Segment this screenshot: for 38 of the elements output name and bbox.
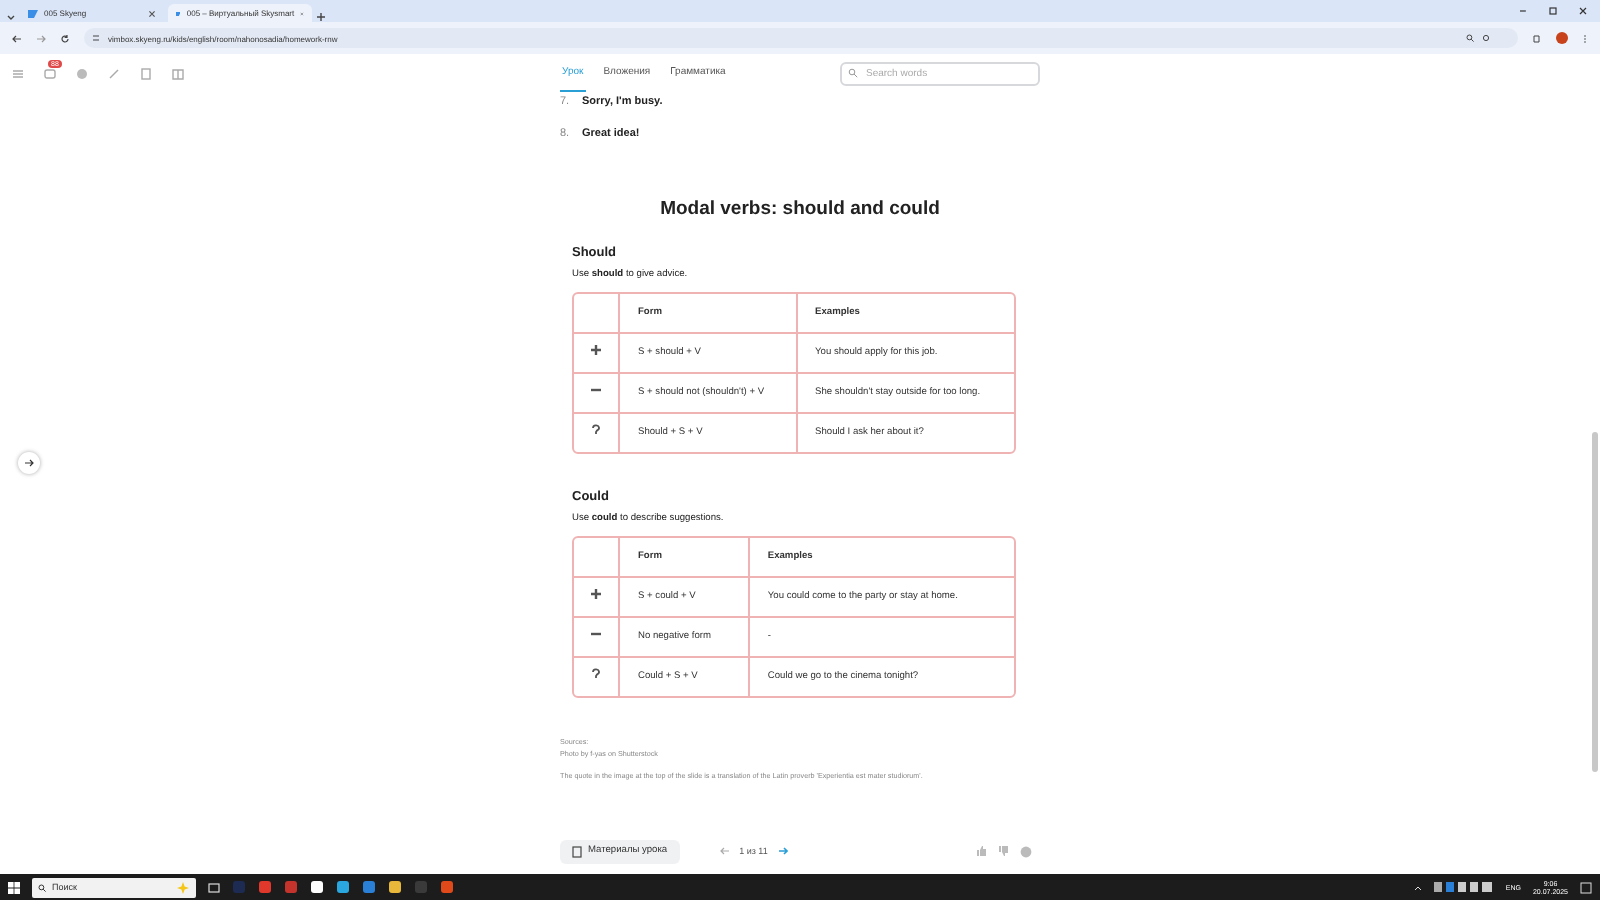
tab-logo-icon — [28, 9, 38, 17]
minus-icon — [590, 383, 602, 395]
plus-icon — [590, 587, 602, 599]
start-icon[interactable] — [8, 881, 20, 893]
site-info-icon — [92, 34, 100, 42]
reload-icon[interactable] — [60, 33, 70, 43]
document-icon — [572, 845, 582, 857]
arrow-right-icon — [24, 457, 34, 467]
back-arrow-icon[interactable] — [12, 33, 22, 43]
search-icon — [38, 883, 46, 891]
tray-icons-drawing[interactable] — [1433, 882, 1494, 892]
close-icon[interactable] — [1578, 6, 1588, 16]
new-tab-icon[interactable] — [316, 12, 326, 22]
forward-arrow-icon[interactable] — [36, 33, 46, 43]
sparkle-icon — [176, 881, 190, 893]
tab-logo-icon — [176, 9, 181, 17]
thumbs-down-icon[interactable] — [998, 846, 1008, 856]
prev-arrow-icon[interactable] — [719, 846, 730, 856]
task-view-icon[interactable] — [208, 881, 220, 893]
question-icon — [590, 667, 602, 679]
scrollbar[interactable] — [1592, 432, 1598, 772]
lesson-title: Modal verbs: should and could — [658, 196, 942, 224]
notification-icon[interactable] — [1580, 881, 1592, 893]
maximize-icon[interactable] — [1548, 6, 1558, 16]
zoom-icon[interactable] — [1466, 34, 1474, 42]
pencil-icon[interactable] — [108, 67, 120, 79]
extensions-icon[interactable] — [1532, 33, 1542, 43]
minus-icon — [590, 627, 602, 639]
thumbs-up-icon[interactable] — [976, 846, 986, 856]
chevron-down-icon[interactable] — [6, 12, 16, 22]
profile-avatar-icon[interactable] — [1556, 32, 1568, 44]
close-icon[interactable] — [148, 9, 156, 17]
plus-icon — [590, 343, 602, 355]
next-arrow-icon[interactable] — [777, 846, 788, 856]
chat-icon[interactable] — [44, 67, 56, 79]
question-icon — [590, 423, 602, 435]
next-arrow-button[interactable] — [18, 451, 40, 473]
minimize-icon[interactable] — [1518, 6, 1528, 16]
